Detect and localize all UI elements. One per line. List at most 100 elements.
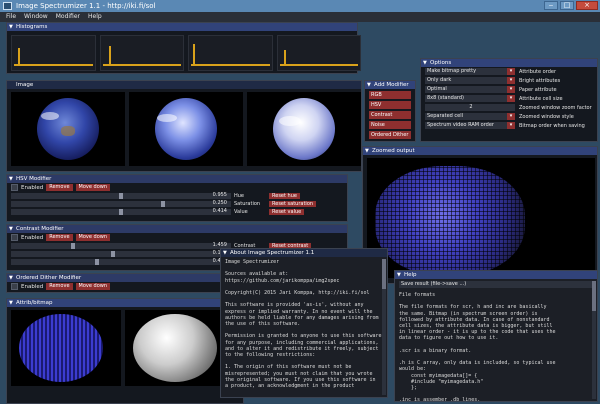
zoom-style-label: Zoomed window style xyxy=(519,113,574,120)
attribute-view xyxy=(11,310,121,386)
about-dialog: ▼ About Image Spectrumizer 1.1 Image Spec… xyxy=(220,248,388,398)
bright-attributes-combo[interactable]: Only dark ▾ xyxy=(425,77,515,84)
chevron-down-icon: ▾ xyxy=(507,122,515,129)
histograms-panel: ▼ Histograms xyxy=(6,22,361,74)
chevron-down-icon: ▾ xyxy=(507,95,515,102)
bitmap-view xyxy=(125,310,235,386)
help-text: File formats The file formats for scr, h… xyxy=(399,292,556,404)
contrast-move-down-button[interactable]: Move down xyxy=(75,234,111,241)
cell-size-combo[interactable]: 8x8 (standard) ▾ xyxy=(425,95,515,102)
histogram-green xyxy=(99,35,184,71)
value-slider[interactable]: 0.414 xyxy=(11,208,231,215)
contrast-title: Contrast Modifier xyxy=(16,226,64,232)
bright-attributes-label: Bright attributes xyxy=(519,77,561,84)
maximize-button[interactable]: □ xyxy=(560,1,574,10)
attrib-header[interactable]: ▼ Attrib/bitmap xyxy=(7,299,243,307)
chevron-down-icon: ▾ xyxy=(507,77,515,84)
source-image xyxy=(11,92,125,166)
dither-remove-button[interactable]: Remove xyxy=(46,283,73,290)
help-title: Help xyxy=(404,272,417,278)
histogram-luma xyxy=(276,35,361,71)
saturation-slider[interactable]: 0.250 xyxy=(11,200,231,207)
help-header[interactable]: ▼ Help xyxy=(395,271,597,279)
add-modifier-panel: ▼ Add Modifier RGB HSV Contrast Noise Ord… xyxy=(364,80,416,142)
reset-hue-button[interactable]: Reset hue xyxy=(269,193,300,199)
hsv-modifier-panel: ▼ HSV Modifier Enabled Remove Move down 0… xyxy=(6,174,348,222)
reset-value-button[interactable]: Reset value xyxy=(269,209,305,215)
add-noise-button[interactable]: Noise xyxy=(369,121,411,129)
zoom-factor-label: Zoomed window zoom factor xyxy=(519,104,592,111)
hsv-title: HSV Modifier xyxy=(16,176,52,182)
about-header[interactable]: ▼ About Image Spectrumizer 1.1 xyxy=(221,249,387,257)
contrast-header[interactable]: ▼ Contrast Modifier xyxy=(7,225,347,233)
zoomed-image xyxy=(367,158,595,278)
value-label: Value xyxy=(234,209,248,215)
dither-move-down-button[interactable]: Move down xyxy=(75,283,111,290)
attrib-bitmap-panel: ▼ Attrib/bitmap xyxy=(6,298,244,404)
hsv-move-down-button[interactable]: Move down xyxy=(75,184,111,191)
options-panel: ▼ Options Make bitmap pretty ▾ Attribute or… xyxy=(420,58,598,142)
close-button[interactable]: × xyxy=(576,1,598,10)
histogram-blue xyxy=(188,35,273,71)
app-icon xyxy=(3,2,12,10)
zoom-style-combo[interactable]: Separated cell ▾ xyxy=(425,113,515,120)
contrast-slider-2[interactable]: 0.111 xyxy=(11,250,231,257)
chevron-down-icon: ▾ xyxy=(507,86,515,93)
hue-label: Hue xyxy=(234,193,245,199)
attribute-order-label: Attribute order xyxy=(519,68,556,75)
paper-attribute-combo[interactable]: Optimal ▾ xyxy=(425,86,515,93)
help-window: ▼ Help Save result (file->save ...) File … xyxy=(394,270,598,404)
hue-slider[interactable]: 0.955 xyxy=(11,192,231,199)
zoomed-header[interactable]: ▼ Zoomed output xyxy=(363,147,597,155)
attribute-order-combo[interactable]: Make bitmap pretty ▾ xyxy=(425,68,515,75)
minimize-button[interactable]: ‒ xyxy=(544,1,558,10)
histograms-header[interactable]: ▼ Histograms xyxy=(7,23,357,31)
chevron-down-icon: ▾ xyxy=(507,113,515,120)
add-rgb-button[interactable]: RGB xyxy=(369,91,411,99)
contrast-remove-button[interactable]: Remove xyxy=(46,234,73,241)
menu-file[interactable]: File xyxy=(6,12,16,22)
contrast-enabled-checkbox[interactable] xyxy=(11,234,18,241)
add-contrast-button[interactable]: Contrast xyxy=(369,111,411,119)
menu-window[interactable]: Window xyxy=(24,12,48,22)
histogram-red xyxy=(11,35,96,71)
zoomed-output-panel: ▼ Zoomed output xyxy=(362,146,598,284)
zoom-factor-slider[interactable]: 2 xyxy=(425,104,515,111)
help-scrollbar[interactable] xyxy=(592,281,596,399)
menu-help[interactable]: Help xyxy=(88,12,102,22)
attrib-title: Attrib/bitmap xyxy=(16,300,53,306)
paper-attribute-label: Paper attribute xyxy=(519,86,557,93)
hsv-remove-button[interactable]: Remove xyxy=(46,184,73,191)
hsv-enabled-label: Enabled xyxy=(21,184,44,191)
menu-modifier[interactable]: Modifier xyxy=(56,12,80,22)
dither-enabled-checkbox[interactable] xyxy=(11,283,18,290)
options-header[interactable]: ▼ Options xyxy=(421,59,597,67)
image-header[interactable]: Image xyxy=(7,81,361,89)
cell-size-label: Attribute cell size xyxy=(519,95,563,102)
saturation-label: Saturation xyxy=(234,201,261,207)
dithered-image xyxy=(247,92,361,166)
hsv-enabled-checkbox[interactable] xyxy=(11,184,18,191)
window-titlebar: Image Spectrumizer 1.1 - http://iki.fi/s… xyxy=(0,0,600,12)
about-text: Image Spectrumizer Sources available at:… xyxy=(225,259,382,390)
histograms-title: Histograms xyxy=(16,24,48,30)
add-ordered-dither-button[interactable]: Ordered Dither xyxy=(369,131,411,139)
bitmap-order-label: Bitmap order when saving xyxy=(519,122,585,129)
workspace: ▼ Histograms Image ▼ HSV Modifier Enabled … xyxy=(0,22,600,404)
help-topic-combo[interactable]: Save result (file->save ...) xyxy=(399,281,593,288)
reset-saturation-button[interactable]: Reset saturation xyxy=(269,201,317,207)
contrast-slider[interactable]: 1.459 xyxy=(11,242,231,249)
modified-image xyxy=(129,92,243,166)
hsv-header[interactable]: ▼ HSV Modifier xyxy=(7,175,347,183)
add-hsv-button[interactable]: HSV xyxy=(369,101,411,109)
window-title: Image Spectrumizer 1.1 - http://iki.fi/s… xyxy=(16,2,156,10)
image-title: Image xyxy=(16,82,34,88)
about-title: About Image Spectrumizer 1.1 xyxy=(230,250,315,256)
bitmap-order-combo[interactable]: Spectrum video RAM order ▾ xyxy=(425,122,515,129)
add-modifier-header[interactable]: ▼ Add Modifier xyxy=(365,81,415,89)
about-scrollbar[interactable] xyxy=(382,259,386,395)
image-panel: Image xyxy=(6,80,362,172)
contrast-enabled-label: Enabled xyxy=(21,234,44,241)
zoomed-title: Zoomed output xyxy=(372,148,415,154)
contrast-slider-3[interactable]: 0.411 xyxy=(11,258,231,265)
